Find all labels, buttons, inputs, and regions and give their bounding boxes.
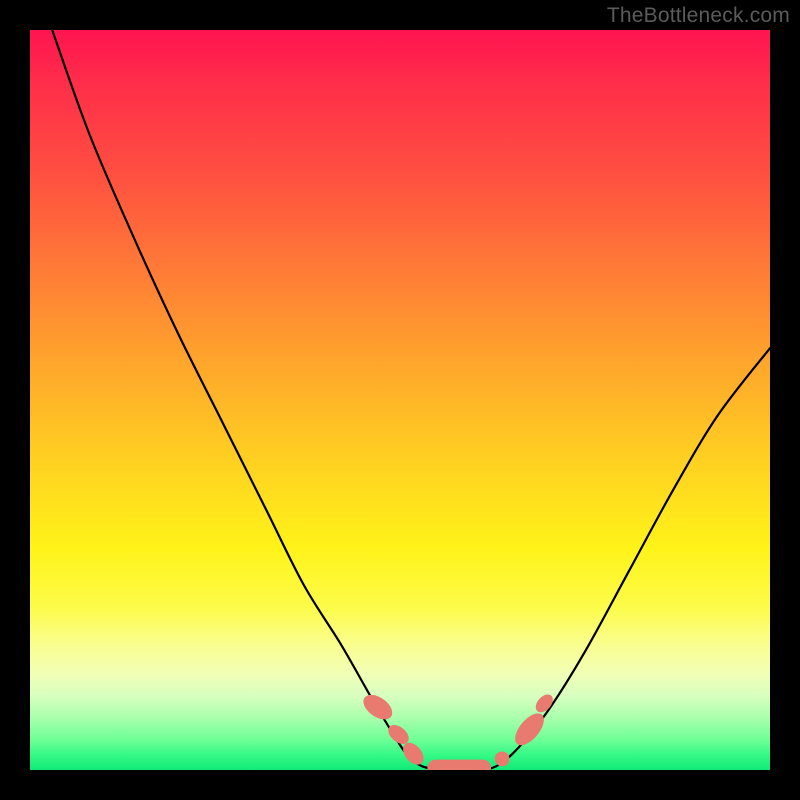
curve-markers <box>359 690 556 770</box>
curve-marker <box>359 690 397 724</box>
curve-marker-pill <box>427 760 491 770</box>
bottleneck-curve <box>30 30 770 770</box>
plot-area <box>30 30 770 770</box>
watermark-text: TheBottleneck.com <box>607 4 790 28</box>
curve-marker <box>495 752 510 767</box>
chart-frame: TheBottleneck.com <box>0 0 800 800</box>
curve-marker <box>510 708 549 750</box>
curve-line <box>52 30 770 770</box>
